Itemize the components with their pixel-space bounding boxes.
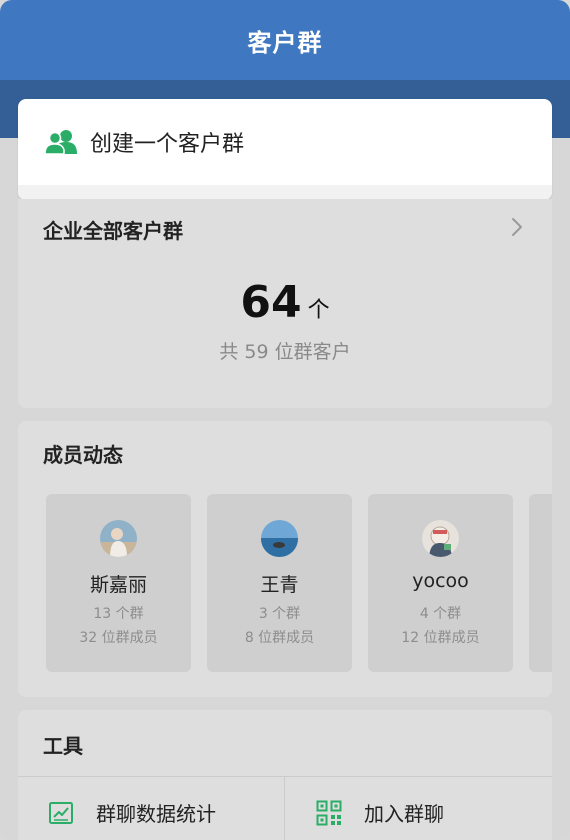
create-group-card[interactable]: 创建一个客户群 xyxy=(18,99,552,200)
all-groups-card[interactable]: 企业全部客户群 64 个 共 59 位群客户 xyxy=(18,199,552,408)
member-member-count: 8 位群成员 xyxy=(244,630,315,646)
group-count-number: 64 xyxy=(240,277,302,328)
create-card-footer xyxy=(18,185,552,200)
member-card[interactable]: 王青 3 个群 8 位群成员 xyxy=(207,494,352,672)
tools-card: 工具 群聊数据统计 加入群聊 xyxy=(18,710,552,840)
avatar xyxy=(261,520,298,557)
avatar xyxy=(422,520,459,557)
member-group-count: 13 个群 xyxy=(93,606,144,622)
group-count-unit: 个 xyxy=(307,298,330,323)
avatar xyxy=(100,520,137,557)
tools-title: 工具 xyxy=(43,734,83,758)
create-group-label: 创建一个客户群 xyxy=(90,132,245,157)
member-activity-title: 成员动态 xyxy=(43,443,123,467)
divider xyxy=(18,776,552,777)
all-groups-title: 企业全部客户群 xyxy=(43,219,183,243)
member-name: 斯嘉丽 xyxy=(89,574,147,596)
join-group-tool[interactable]: 加入群聊 xyxy=(316,798,444,827)
member-card[interactable]: 斯嘉丽 13 个群 32 位群成员 xyxy=(46,494,191,672)
member-group-count: 3 个群 xyxy=(258,606,301,622)
group-stats-label: 群聊数据统计 xyxy=(96,802,216,826)
member-card[interactable]: yocoo 4 个群 12 位群成员 xyxy=(368,494,513,672)
member-member-count: 12 位群成员 xyxy=(401,630,480,646)
qr-code-icon xyxy=(316,800,342,826)
group-stats-tool[interactable]: 群聊数据统计 xyxy=(48,798,216,827)
chevron-right-icon[interactable] xyxy=(510,217,524,237)
app-frame: 客户群 创建一个客户群 企业全部客户群 64 个 共 59 位群客户 成员动态 … xyxy=(0,0,570,840)
member-list[interactable]: 斯嘉丽 13 个群 32 位群成员 王青 3 个群 8 位群成员 yocoo 4… xyxy=(46,494,552,672)
people-icon xyxy=(44,129,78,155)
member-card-partial[interactable] xyxy=(529,494,552,672)
member-name: yocoo xyxy=(412,570,469,592)
divider xyxy=(284,776,285,840)
group-count: 64 个 xyxy=(18,277,552,328)
member-name: 王青 xyxy=(260,574,299,596)
group-customer-total: 共 59 位群客户 xyxy=(219,341,351,363)
create-group-row[interactable]: 创建一个客户群 xyxy=(18,99,552,185)
member-member-count: 32 位群成员 xyxy=(79,630,158,646)
join-group-label: 加入群聊 xyxy=(364,802,444,826)
member-group-count: 4 个群 xyxy=(419,606,462,622)
page-title: 客户群 xyxy=(247,28,323,57)
chart-icon xyxy=(48,800,74,826)
member-activity-card: 成员动态 斯嘉丽 13 个群 32 位群成员 王青 3 个群 8 位群成员 yo… xyxy=(18,421,552,697)
header: 客户群 xyxy=(0,0,570,80)
